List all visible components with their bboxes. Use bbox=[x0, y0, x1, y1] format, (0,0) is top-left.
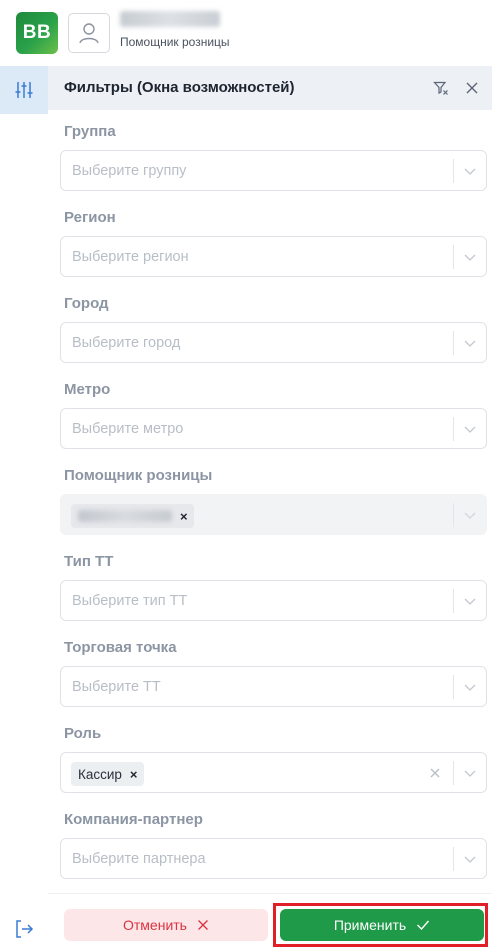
metro-label: Метро bbox=[64, 381, 111, 398]
outlet-type-placeholder: Выберите тип ТТ bbox=[72, 593, 188, 609]
metro-placeholder: Выберите метро bbox=[72, 421, 184, 437]
panel-title: Фильтры (Окна возможностей) bbox=[64, 79, 295, 96]
check-icon bbox=[417, 920, 430, 931]
role-label: Роль bbox=[64, 725, 102, 742]
divider bbox=[453, 761, 454, 785]
role-select[interactable]: Кассир × bbox=[60, 752, 487, 793]
outlet-type-select[interactable]: Выберите тип ТТ bbox=[60, 580, 487, 621]
divider bbox=[453, 331, 454, 355]
user-name-blurred bbox=[120, 11, 220, 27]
outlet-type-label: Тип ТТ bbox=[64, 553, 114, 570]
close-icon bbox=[198, 920, 208, 930]
chevron-down-icon bbox=[464, 340, 476, 347]
group-select[interactable]: Выберите группу bbox=[60, 150, 487, 191]
metro-select[interactable]: Выберите метро bbox=[60, 408, 487, 449]
retail-assistant-label: Помощник розницы bbox=[64, 467, 213, 484]
divider bbox=[453, 417, 454, 441]
sliders-icon bbox=[15, 82, 33, 98]
divider bbox=[453, 503, 454, 527]
outlet-select[interactable]: Выберите ТТ bbox=[60, 666, 487, 707]
filters-rail-button[interactable] bbox=[0, 66, 48, 114]
partner-placeholder: Выберите партнера bbox=[72, 851, 206, 867]
chevron-down-icon bbox=[464, 598, 476, 605]
logout-button[interactable] bbox=[12, 917, 36, 941]
clear-filters-button[interactable] bbox=[431, 78, 451, 98]
filters-panel-header: Фильтры (Окна возможностей) bbox=[48, 66, 492, 110]
chevron-down-icon bbox=[464, 168, 476, 175]
outlet-label: Торговая точка bbox=[64, 639, 177, 656]
partner-select[interactable]: Выберите партнера bbox=[60, 838, 487, 879]
app-header: BB Помощник розницы bbox=[0, 0, 492, 66]
user-icon bbox=[79, 23, 99, 44]
divider bbox=[453, 675, 454, 699]
chevron-down-icon bbox=[464, 770, 476, 777]
remove-role-tag-icon[interactable]: × bbox=[130, 767, 138, 782]
blurred-user-name bbox=[78, 510, 172, 522]
region-placeholder: Выберите регион bbox=[72, 249, 189, 265]
logout-icon bbox=[16, 920, 34, 938]
cancel-button[interactable]: Отменить bbox=[64, 909, 268, 941]
group-placeholder: Выберите группу bbox=[72, 163, 187, 179]
divider bbox=[453, 159, 454, 183]
apply-button[interactable]: Применить bbox=[280, 909, 484, 941]
role-tag: Кассир × bbox=[71, 762, 144, 786]
apply-label: Применить bbox=[333, 917, 407, 933]
region-label: Регион bbox=[64, 209, 116, 226]
outlet-placeholder: Выберите ТТ bbox=[72, 679, 161, 695]
city-label: Город bbox=[64, 295, 109, 312]
filter-clear-icon bbox=[433, 81, 448, 95]
cancel-label: Отменить bbox=[123, 917, 187, 933]
chevron-down-icon bbox=[464, 426, 476, 433]
group-label: Группа bbox=[64, 123, 116, 140]
close-panel-button[interactable] bbox=[462, 78, 482, 98]
role-tag-label: Кассир bbox=[78, 766, 122, 782]
divider bbox=[453, 245, 454, 269]
retail-assistant-select: × bbox=[60, 494, 487, 535]
app-logo[interactable]: BB bbox=[16, 12, 58, 54]
user-avatar[interactable] bbox=[68, 13, 110, 53]
chevron-down-icon bbox=[464, 856, 476, 863]
close-icon bbox=[466, 82, 478, 94]
divider bbox=[453, 589, 454, 613]
city-select[interactable]: Выберите город bbox=[60, 322, 487, 363]
left-rail bbox=[0, 66, 48, 949]
user-role: Помощник розницы bbox=[120, 35, 230, 49]
partner-label: Компания-партнер bbox=[64, 811, 203, 828]
divider bbox=[453, 847, 454, 871]
selected-user-tag: × bbox=[71, 504, 194, 528]
remove-tag-icon: × bbox=[180, 508, 188, 524]
region-select[interactable]: Выберите регион bbox=[60, 236, 487, 277]
clear-selection-icon[interactable] bbox=[428, 766, 442, 780]
chevron-down-icon bbox=[464, 254, 476, 261]
chevron-down-icon bbox=[464, 512, 476, 519]
city-placeholder: Выберите город bbox=[72, 335, 181, 351]
chevron-down-icon bbox=[464, 684, 476, 691]
